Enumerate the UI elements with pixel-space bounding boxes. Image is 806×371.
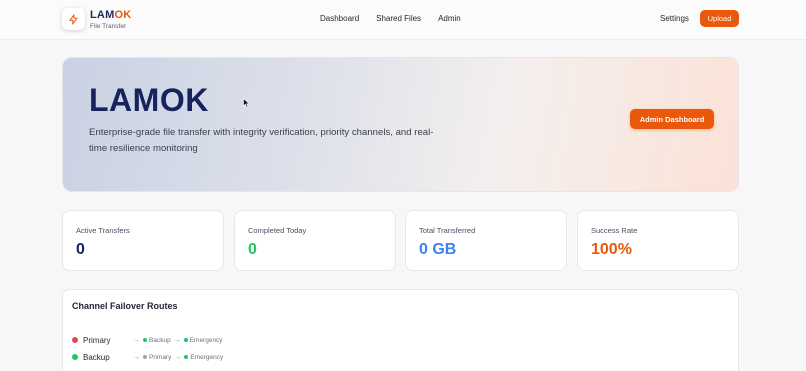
arrow-right-icon: →	[173, 336, 181, 344]
nav-links: Dashboard Shared Files Admin	[320, 14, 461, 23]
route-step-label: Backup	[149, 336, 171, 344]
nav-settings[interactable]: Settings	[660, 14, 689, 23]
arrow-right-icon: →	[174, 353, 182, 361]
arrow-right-icon: →	[133, 353, 140, 361]
upload-button[interactable]: Upload	[700, 10, 739, 27]
route-row-primary: Primary → Backup → Emergency	[72, 334, 223, 346]
route-step-label: Primary	[149, 353, 172, 361]
status-dot	[72, 337, 78, 343]
status-dot	[184, 355, 189, 359]
status-dot	[143, 355, 147, 359]
hero-description: Enterprise-grade file transfer with inte…	[89, 127, 434, 154]
stat-label: Total Transferred	[419, 226, 476, 235]
lightning-icon	[69, 13, 78, 25]
route-step-label: Emergency	[190, 353, 224, 361]
brand-subtitle: File Transfer	[90, 23, 127, 30]
stat-value: 0	[76, 241, 85, 258]
logo[interactable]	[62, 8, 85, 30]
nav-admin[interactable]: Admin	[438, 14, 461, 23]
nav-shared-files[interactable]: Shared Files	[376, 14, 421, 23]
route-step-label: Emergency	[189, 336, 223, 344]
admin-dashboard-button[interactable]: Admin Dashboard	[630, 109, 714, 129]
route-row-backup: Backup → Primary → Emergency	[72, 351, 223, 363]
route-step: Primary	[143, 354, 171, 361]
brand-title: LAMOK	[90, 9, 132, 21]
hero-banner: LAMOK Enterprise-grade file transfer wit…	[62, 57, 739, 192]
status-dot	[183, 338, 188, 342]
hero-title: LAMOK	[89, 82, 209, 118]
stat-label: Active Transfers	[76, 226, 130, 235]
stat-value: 0 GB	[419, 241, 457, 258]
route-step: Backup	[143, 337, 171, 344]
arrow-right-icon: →	[133, 336, 140, 344]
route-name: Backup	[83, 352, 110, 362]
stat-card-total-transferred: Total Transferred 0 GB	[405, 210, 567, 271]
stat-value: 0	[248, 241, 257, 258]
stat-card-completed-today: Completed Today 0	[234, 210, 396, 271]
stat-label: Success Rate	[591, 226, 638, 235]
route-step: Emergency	[184, 354, 223, 361]
stat-label: Completed Today	[248, 226, 307, 235]
panel-title: Channel Failover Routes	[72, 301, 178, 311]
status-dot	[72, 354, 78, 360]
stat-card-active-transfers: Active Transfers 0	[62, 210, 224, 271]
stat-card-success-rate: Success Rate 100%	[577, 210, 739, 271]
route-name: Primary	[83, 335, 111, 345]
failover-panel: Channel Failover Routes Primary → Backup…	[62, 289, 739, 371]
route-step: Emergency	[183, 336, 223, 344]
top-nav: LAMOK File Transfer Dashboard Shared Fil…	[0, 0, 806, 40]
mouse-cursor-icon	[243, 98, 250, 108]
status-dot	[143, 338, 147, 342]
nav-dashboard[interactable]: Dashboard	[320, 14, 359, 23]
stat-value: 100%	[591, 241, 632, 258]
